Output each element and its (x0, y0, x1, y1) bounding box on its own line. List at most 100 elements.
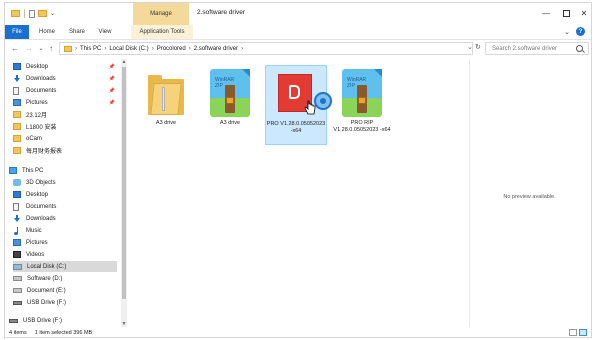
this-pc-icon (9, 167, 17, 174)
navigation-pane: Desktop 📌 Downloads 📌 Documents 📌 Pictur… (5, 59, 127, 327)
sidebar-item-pc-documents[interactable]: Documents (13, 201, 117, 212)
desktop-icon (13, 191, 21, 198)
sidebar-item-folder-ocam[interactable]: oCam (13, 133, 117, 144)
breadcrumb-local-disk[interactable]: Local Disk (C:) (109, 46, 148, 52)
sidebar-item-pictures[interactable]: Pictures 📌 (13, 97, 117, 108)
breadcrumb-this-pc[interactable]: This PC (80, 46, 101, 52)
close-button[interactable]: ✕ (575, 6, 593, 20)
minimize-button[interactable]: — (537, 6, 555, 20)
sidebar-item-folder-2312[interactable]: 23.12月 (13, 109, 117, 120)
item-count: 4 items (9, 330, 27, 336)
refresh-button[interactable]: ↻ (475, 43, 481, 51)
tab-view[interactable]: View (93, 25, 117, 39)
winrar-archive-icon: WinRAR ZIP (342, 69, 382, 117)
back-button[interactable]: ← (9, 42, 21, 55)
downloads-icon (13, 214, 21, 223)
breadcrumb-separator[interactable]: › (189, 46, 191, 52)
customize-toolbar-icon[interactable]: ⌄ (50, 10, 55, 17)
breadcrumb-software-driver[interactable]: 2.software driver (194, 46, 238, 52)
folder-icon (11, 10, 20, 17)
scrollbar-thumb[interactable] (122, 67, 126, 299)
sidebar-item-folder-monthly-reports[interactable]: 每月财务报表 (13, 145, 117, 156)
search-placeholder: Search 2.software driver (492, 45, 558, 52)
sidebar-item-label: Document (E:) (27, 287, 66, 294)
divider (24, 9, 25, 18)
drive-c-icon (13, 263, 22, 270)
view-toggle (569, 329, 587, 336)
forward-button[interactable]: → (23, 42, 35, 55)
sidebar-item-document-e[interactable]: Document (E:) (13, 285, 117, 296)
file-item-a3-drive-folder[interactable]: A3 drive (135, 65, 197, 145)
sidebar-item-label: Downloads (26, 215, 56, 222)
file-item-pro-rip-zip[interactable]: WinRAR ZIP PRO RIP V1.28.0.05052023 -x64 (331, 65, 393, 145)
sidebar-item-label: Local Disk (C:) (27, 263, 67, 270)
drive-icon (13, 288, 22, 293)
videos-icon (13, 251, 21, 258)
maximize-icon (562, 9, 570, 17)
sidebar-item-label: oCam (26, 135, 43, 142)
sidebar-item-usb-f[interactable]: USB Drive (F:) (13, 297, 117, 308)
file-item-pro-installer[interactable]: PRO V1.28.0.05052023 -x64 (265, 65, 332, 145)
search-icon (576, 45, 583, 52)
sidebar-item-label: USB Drive (F:) (27, 299, 66, 306)
sidebar-item-folder-l1800[interactable]: L1800 安装 (13, 121, 117, 132)
breadcrumb-separator[interactable]: › (104, 46, 106, 52)
sidebar-scrollbar[interactable]: ▲ ▼ (121, 59, 127, 327)
breadcrumb-separator[interactable]: › (152, 46, 154, 52)
sidebar-item-pc-pictures[interactable]: Pictures (13, 237, 117, 248)
up-button[interactable]: ↑ (45, 42, 57, 55)
sidebar-item-label: Documents (26, 87, 57, 94)
file-item-a3-drive-zip[interactable]: WinRAR ZIP A3 drive (199, 65, 261, 145)
sidebar-item-3d-objects[interactable]: 3D Objects (13, 177, 117, 188)
tab-file[interactable]: File (5, 25, 29, 39)
sidebar-item-label: This PC (22, 167, 44, 174)
window-title: 2.software driver (197, 9, 246, 16)
ribbon-tabs: File Home Share View Application Tools ⌄… (5, 25, 591, 40)
sidebar-item-this-pc[interactable]: This PC (9, 165, 113, 176)
search-box[interactable]: Search 2.software driver (485, 42, 589, 55)
tab-application-tools[interactable]: Application Tools (131, 25, 193, 39)
sidebar-item-label: 每月财务报表 (26, 149, 63, 155)
sidebar-item-music[interactable]: Music (13, 225, 117, 236)
pin-icon: 📌 (108, 75, 115, 82)
sidebar-item-usb-root[interactable]: USB Drive (F:) (9, 315, 113, 326)
new-folder-icon[interactable] (38, 10, 47, 17)
breadcrumb-procolored[interactable]: Procolored (157, 46, 186, 52)
sidebar-item-pc-downloads[interactable]: Downloads (13, 213, 117, 224)
usb-drive-icon (13, 300, 22, 305)
large-icons-view-button[interactable] (579, 329, 587, 336)
sidebar-item-pc-desktop[interactable]: Desktop (13, 189, 117, 200)
sidebar-item-local-disk-c[interactable]: Local Disk (C:) (13, 261, 117, 272)
title-bar: ⌄ Manage 2.software driver — ✕ (5, 3, 591, 25)
help-icon[interactable]: ? (576, 27, 585, 36)
maximize-button[interactable] (557, 6, 575, 20)
pictures-icon (13, 99, 21, 106)
tab-share[interactable]: Share (63, 25, 91, 39)
procolored-logo-icon (289, 85, 300, 99)
context-tab-manage[interactable]: Manage (133, 3, 189, 25)
pictures-icon (13, 239, 21, 246)
winrar-archive-icon: WinRAR ZIP (210, 69, 250, 117)
sidebar-item-label: Videos (26, 251, 45, 258)
sidebar-item-videos[interactable]: Videos (13, 249, 117, 260)
pin-icon: 📌 (108, 63, 115, 70)
sidebar-item-label: Pictures (26, 99, 48, 106)
properties-icon[interactable] (29, 9, 35, 18)
sidebar-item-documents[interactable]: Documents 📌 (13, 85, 117, 96)
tab-home[interactable]: Home (33, 25, 61, 39)
file-list: A3 drive WinRAR ZIP A3 drive PRO V1.28.0… (129, 59, 469, 327)
address-dropdown-button[interactable]: ⌄ (467, 43, 473, 51)
scroll-up-arrow[interactable]: ▲ (121, 59, 127, 65)
sidebar-item-software-d[interactable]: Software (D:) (13, 273, 117, 284)
sidebar-item-desktop[interactable]: Desktop 📌 (13, 61, 117, 72)
folder-icon (64, 45, 72, 52)
expand-ribbon-icon[interactable]: ⌄ (564, 28, 570, 36)
address-bar[interactable]: › This PC › Local Disk (C:) › Procolored… (59, 42, 473, 55)
details-view-button[interactable] (569, 329, 577, 336)
pin-icon: 📌 (108, 99, 115, 106)
file-explorer-window: ⌄ Manage 2.software driver — ✕ File Home… (4, 2, 592, 338)
breadcrumb-separator[interactable]: › (241, 46, 243, 52)
folder-icon (13, 135, 21, 142)
drive-icon (13, 276, 22, 281)
sidebar-item-downloads[interactable]: Downloads 📌 (13, 73, 117, 84)
